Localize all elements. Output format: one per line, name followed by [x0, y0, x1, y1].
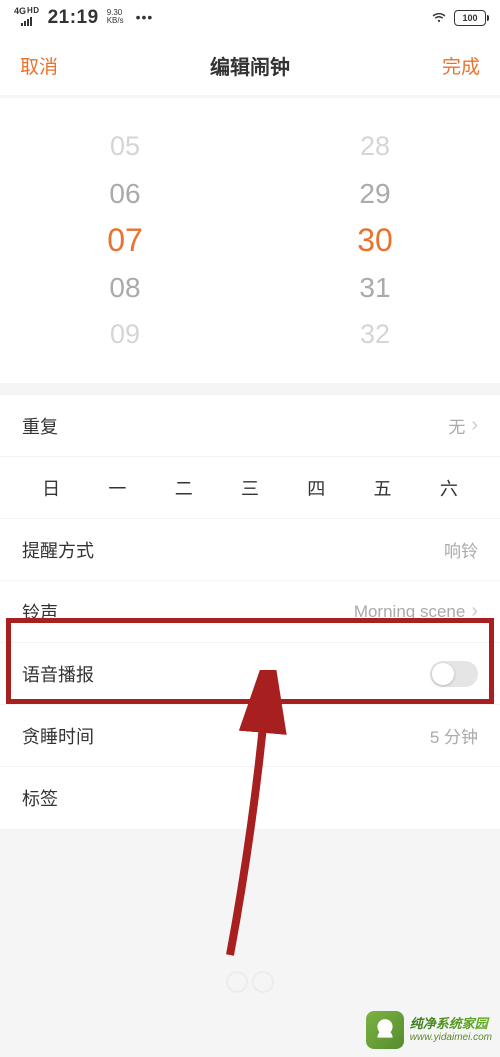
chevron-right-icon: › — [471, 600, 478, 623]
ringtone-row[interactable]: 铃声 Morning scene› — [0, 581, 500, 643]
status-bar: 4G HD 21:19 9.30 KB/s ••• 100 — [0, 0, 500, 35]
minute-selected: 30 — [250, 217, 500, 264]
day-fri[interactable]: 五 — [374, 475, 392, 501]
cancel-button[interactable]: 取消 — [20, 52, 58, 79]
battery-icon: 100 — [454, 10, 486, 26]
page-title: 编辑闹钟 — [210, 51, 290, 80]
minute-column[interactable]: 28 29 30 31 32 — [250, 123, 500, 358]
watermark: 纯净系统家园 www.yidaimei.com — [366, 1011, 492, 1049]
days-row: 日 一 二 三 四 五 六 — [0, 457, 500, 519]
alert-mode-row[interactable]: 提醒方式 响铃 — [0, 519, 500, 581]
watermark-logo-icon — [366, 1011, 404, 1049]
header: 取消 编辑闹钟 完成 — [0, 35, 500, 95]
day-tue[interactable]: 二 — [175, 475, 193, 501]
day-sun[interactable]: 日 — [42, 475, 60, 501]
snooze-row[interactable]: 贪睡时间 5 分钟 — [0, 705, 500, 767]
voice-broadcast-row[interactable]: 语音播报 — [0, 643, 500, 705]
hour-selected: 07 — [0, 217, 250, 264]
done-button[interactable]: 完成 — [442, 52, 480, 79]
day-mon[interactable]: 一 — [108, 475, 126, 501]
chevron-right-icon: › — [471, 414, 478, 437]
voice-toggle[interactable] — [430, 661, 478, 687]
net-speed: 9.30 KB/s — [107, 9, 124, 25]
watermark-title: 纯净系统家园 — [410, 1016, 492, 1032]
faint-bg-icon — [225, 962, 275, 1007]
day-thu[interactable]: 四 — [307, 475, 325, 501]
network-indicator: 4G HD — [14, 7, 40, 26]
more-dots-icon: ••• — [136, 9, 154, 25]
tag-row[interactable]: 标签 — [0, 767, 500, 829]
status-time: 21:19 — [48, 7, 99, 29]
watermark-url: www.yidaimei.com — [410, 1032, 492, 1044]
settings-list: 重复 无› 日 一 二 三 四 五 六 提醒方式 响铃 铃声 Morning s… — [0, 395, 500, 829]
time-picker[interactable]: 05 06 07 08 09 28 29 30 31 32 — [0, 98, 500, 383]
day-sat[interactable]: 六 — [440, 475, 458, 501]
hour-column[interactable]: 05 06 07 08 09 — [0, 123, 250, 358]
repeat-row[interactable]: 重复 无› — [0, 395, 500, 457]
wifi-icon — [430, 7, 448, 28]
day-wed[interactable]: 三 — [241, 475, 259, 501]
